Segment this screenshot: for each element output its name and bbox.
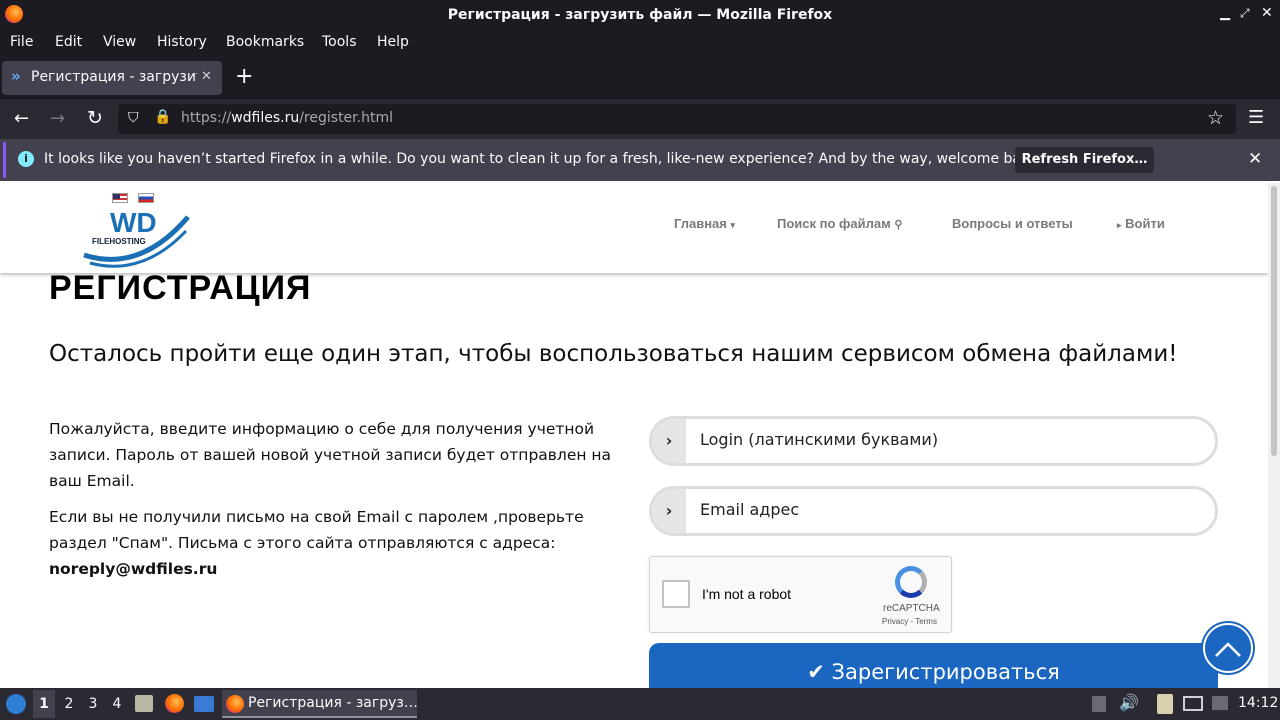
chevron-right-icon: ›	[652, 419, 686, 463]
menu-file[interactable]: File	[10, 34, 33, 50]
menu-help[interactable]: Help	[377, 34, 409, 50]
page-title: РЕГИСТРАЦИЯ	[49, 269, 312, 307]
lock-icon[interactable]: 🔒	[154, 109, 171, 125]
tab-label: Регистрация - загрузить ф	[31, 69, 197, 85]
chevron-up-icon	[1215, 642, 1241, 657]
url-text: https://wdfiles.ru/register.html	[181, 110, 393, 126]
login-field[interactable]: › Login (латинскими буквами)	[649, 416, 1218, 466]
notification-accent	[3, 142, 6, 178]
url-path: /register.html	[299, 110, 393, 126]
system-taskbar: 1 2 3 4 Регистрация - загруз… 🔊 14:12	[0, 688, 1280, 720]
window-titlebar: Регистрация - загрузить файл — Mozilla F…	[0, 0, 1280, 30]
workspace-2[interactable]: 2	[58, 690, 80, 718]
site-logo[interactable]: WD FILEHOSTING	[80, 203, 192, 271]
back-to-top-button[interactable]	[1203, 623, 1253, 673]
info-icon: i	[18, 151, 34, 167]
forward-icon[interactable]: →	[50, 108, 65, 129]
nav-faq[interactable]: Вопросы и ответы	[952, 216, 1073, 231]
email-placeholder: Email адрес	[700, 500, 800, 519]
menu-bar: File Edit View History Bookmarks Tools H…	[0, 30, 1280, 57]
shield-icon[interactable]: ⛉	[128, 110, 139, 126]
page-content: WD FILEHOSTING Главная ▾ Поиск по файлам…	[0, 183, 1268, 688]
search-icon: ⚲	[894, 219, 903, 231]
info-paragraph-2: Если вы не получили письмо на свой Email…	[49, 508, 584, 552]
desktop-icon[interactable]	[194, 696, 214, 712]
nav-home-label: Главная	[674, 216, 727, 231]
network-icon[interactable]	[1212, 696, 1228, 710]
register-button[interactable]: ✔ Зарегистрироваться	[649, 643, 1218, 688]
notification-bar: i It looks like you haven’t started Fire…	[0, 139, 1280, 181]
tab-registration[interactable]: » Регистрация - загрузить ф ✕	[2, 61, 222, 95]
sender-email: noreply@wdfiles.ru	[49, 560, 218, 578]
firefox-task-icon	[226, 695, 244, 713]
info-paragraph-1: Пожалуйста, введите информацию о себе дл…	[49, 420, 612, 490]
site-favicon-icon: »	[11, 67, 21, 85]
workspace-1[interactable]: 1	[33, 690, 55, 718]
page-scrollbar[interactable]	[1268, 183, 1280, 688]
notification-close-icon[interactable]: ✕	[1248, 149, 1262, 169]
window-title: Регистрация - загрузить файл — Mozilla F…	[447, 7, 833, 23]
firefox-launcher-icon[interactable]	[165, 694, 184, 713]
recaptcha-label: I'm not a robot	[702, 586, 792, 602]
caret-right-icon: ▸	[1117, 220, 1122, 230]
menu-history[interactable]: History	[157, 34, 207, 50]
url-domain: wdfiles.ru	[231, 110, 300, 126]
taskbar-task-label: Регистрация - загруз…	[248, 695, 418, 711]
minimize-icon[interactable]: ▁	[1220, 6, 1230, 21]
flag-us-icon[interactable]	[112, 193, 128, 203]
nav-search-label: Поиск по файлам	[777, 216, 891, 231]
logo-subtext: FILEHOSTING	[92, 237, 146, 246]
flag-ru-icon[interactable]	[138, 193, 154, 203]
email-field[interactable]: › Email адрес	[649, 486, 1218, 536]
login-placeholder: Login (латинскими буквами)	[700, 430, 939, 449]
workspace-3[interactable]: 3	[82, 690, 104, 718]
menu-hamburger-icon[interactable]: ☰	[1248, 107, 1264, 128]
recaptcha-widget: I'm not a robot reCAPTCHA Privacy - Term…	[649, 556, 952, 633]
taskbar-task-firefox[interactable]: Регистрация - загруз…	[222, 690, 418, 718]
close-window-icon[interactable]: ✕	[1261, 5, 1273, 21]
chevron-right-icon: ›	[652, 489, 686, 533]
site-header: WD FILEHOSTING Главная ▾ Поиск по файлам…	[0, 183, 1268, 273]
check-icon: ✔	[807, 660, 825, 684]
restore-icon[interactable]: ⤢	[1240, 6, 1250, 21]
new-tab-icon[interactable]: +	[235, 64, 253, 89]
volume-icon[interactable]: 🔊	[1119, 693, 1139, 712]
recaptcha-brand: reCAPTCHA	[883, 603, 940, 614]
file-manager-icon[interactable]	[135, 695, 153, 712]
logo-text: WD	[110, 207, 157, 238]
recaptcha-logo-icon	[895, 566, 927, 598]
menu-tools[interactable]: Tools	[322, 34, 357, 50]
url-prefix: https://	[181, 110, 232, 126]
menu-bookmarks[interactable]: Bookmarks	[226, 34, 304, 50]
url-bar[interactable]: ⛉ 🔒 https://wdfiles.ru/register.html ☆	[118, 104, 1236, 134]
nav-search[interactable]: Поиск по файлам ⚲	[777, 216, 902, 231]
notification-text: It looks like you haven’t started Firefo…	[44, 151, 1043, 167]
nav-home[interactable]: Главная ▾	[674, 216, 735, 231]
scrollbar-thumb[interactable]	[1271, 186, 1277, 456]
nav-login-label: Войти	[1125, 216, 1165, 231]
menu-edit[interactable]: Edit	[55, 34, 82, 50]
menu-view[interactable]: View	[103, 34, 136, 50]
page-subheading: Осталось пройти еще один этап, чтобы вос…	[49, 341, 1178, 367]
recaptcha-checkbox[interactable]	[662, 580, 690, 608]
refresh-firefox-button[interactable]: Refresh Firefox…	[1015, 147, 1154, 173]
bookmark-star-icon[interactable]: ☆	[1207, 107, 1224, 129]
reload-icon[interactable]: ↻	[87, 107, 103, 129]
back-icon[interactable]: ←	[14, 108, 29, 129]
tab-close-icon[interactable]: ✕	[201, 69, 212, 84]
register-button-label: Зарегистрироваться	[831, 660, 1060, 684]
recaptcha-links[interactable]: Privacy - Terms	[882, 617, 937, 626]
tray-up-icon[interactable]	[1092, 696, 1106, 712]
clipboard-icon[interactable]	[1157, 694, 1173, 714]
display-icon[interactable]	[1183, 696, 1203, 711]
nav-login[interactable]: ▸ Войти	[1117, 216, 1165, 231]
start-menu-icon[interactable]	[6, 694, 26, 714]
caret-down-icon: ▾	[730, 220, 736, 230]
clock: 14:12	[1238, 695, 1279, 711]
workspace-4[interactable]: 4	[106, 690, 128, 718]
